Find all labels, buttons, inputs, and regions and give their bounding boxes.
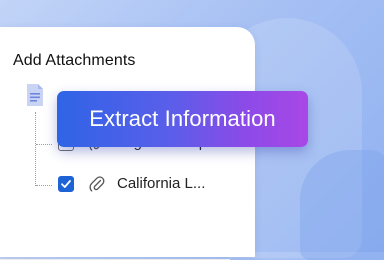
file-checkbox-california[interactable] [58, 176, 74, 192]
tree-connector [36, 185, 52, 186]
paperclip-icon [89, 176, 105, 192]
extract-information-button[interactable]: Extract Information [57, 91, 308, 147]
tree-connector [35, 112, 36, 186]
tree-connector [36, 144, 52, 145]
file-name: California L... [117, 175, 206, 192]
document-icon [27, 84, 43, 106]
panel-title: Add Attachments [13, 52, 136, 69]
background-decoration [300, 150, 384, 260]
checkmark-icon [61, 180, 71, 188]
